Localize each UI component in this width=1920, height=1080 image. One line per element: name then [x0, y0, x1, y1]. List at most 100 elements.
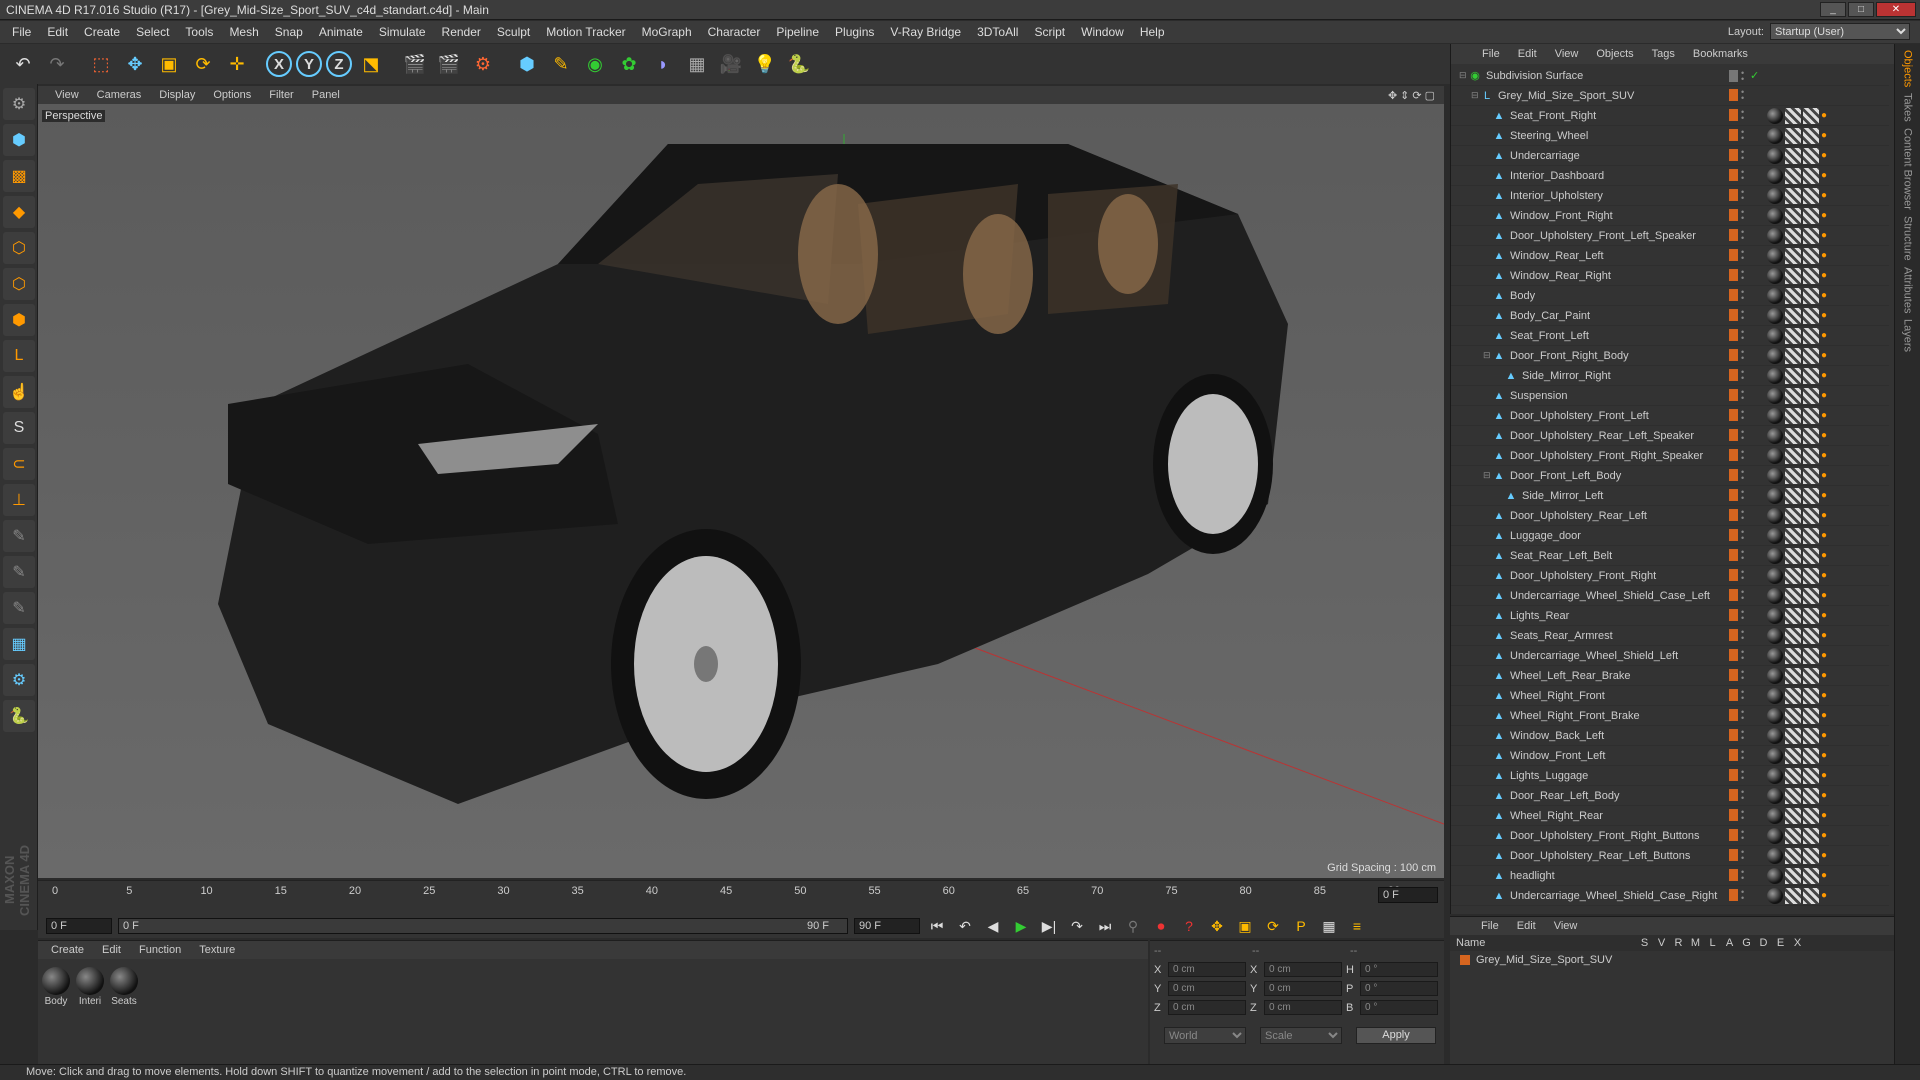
phong-tag-icon[interactable]: ● [1821, 508, 1831, 524]
texture-tag-icon[interactable] [1803, 248, 1819, 264]
material-tag-icon[interactable] [1767, 548, 1783, 564]
phong-tag-icon[interactable]: ● [1821, 828, 1831, 844]
tab-objects[interactable]: Objects [1902, 50, 1914, 87]
visibility-dots-icon[interactable]: • • [1741, 108, 1747, 123]
uvw-tag-icon[interactable] [1785, 408, 1801, 424]
texture-tag-icon[interactable] [1803, 788, 1819, 804]
object-menu-view[interactable]: View [1546, 48, 1588, 60]
uvw-tag-icon[interactable] [1785, 688, 1801, 704]
axis-mode-icon[interactable]: L [3, 340, 35, 372]
texture-mode-icon[interactable]: ▩ [3, 160, 35, 192]
phong-tag-icon[interactable]: ● [1821, 268, 1831, 284]
checker-icon[interactable]: ▦ [3, 628, 35, 660]
phong-tag-icon[interactable]: ● [1821, 128, 1831, 144]
material-menu-function[interactable]: Function [130, 944, 190, 956]
play-icon[interactable]: ▶ [1010, 915, 1032, 937]
keyframe-param-icon[interactable]: P [1290, 915, 1312, 937]
visibility-dots-icon[interactable]: • • [1741, 548, 1747, 563]
material-tag-icon[interactable] [1767, 268, 1783, 284]
uvw-tag-icon[interactable] [1785, 748, 1801, 764]
material-menu-edit[interactable]: Edit [93, 944, 130, 956]
start-frame-field[interactable]: 0 F [46, 918, 112, 934]
menu-v-ray-bridge[interactable]: V-Ray Bridge [882, 25, 969, 39]
material-tag-icon[interactable] [1767, 648, 1783, 664]
sculpt-brush-icon[interactable]: ✎ [3, 520, 35, 552]
texture-tag-icon[interactable] [1803, 508, 1819, 524]
object-row[interactable]: ▲ Door_Upholstery_Front_Right • • ● [1451, 566, 1889, 586]
uvw-tag-icon[interactable] [1785, 168, 1801, 184]
deformer-icon[interactable]: ◗ [648, 49, 678, 79]
object-row[interactable]: ▲ Body_Car_Paint • • ● [1451, 306, 1889, 326]
texture-tag-icon[interactable] [1803, 428, 1819, 444]
coordinate-system-icon[interactable]: ⬔ [356, 49, 386, 79]
coord-field[interactable]: 0 ° [1360, 1000, 1438, 1015]
phong-tag-icon[interactable]: ● [1821, 428, 1831, 444]
menu-tools[interactable]: Tools [177, 25, 221, 39]
texture-tag-icon[interactable] [1803, 388, 1819, 404]
visibility-dots-icon[interactable]: • • [1741, 208, 1747, 223]
python-icon[interactable]: 🐍 [784, 49, 814, 79]
object-row[interactable]: ▲ Lights_Rear • • ● [1451, 606, 1889, 626]
camera-label[interactable]: Perspective [42, 110, 106, 122]
uvw-tag-icon[interactable] [1785, 828, 1801, 844]
uvw-tag-icon[interactable] [1785, 508, 1801, 524]
object-row[interactable]: ▲ Wheel_Right_Rear • • ● [1451, 806, 1889, 826]
material-tag-icon[interactable] [1767, 688, 1783, 704]
material-tag-icon[interactable] [1767, 228, 1783, 244]
object-row[interactable]: ⊟ ▲ Door_Front_Left_Body • • ● [1451, 466, 1889, 486]
phong-tag-icon[interactable]: ● [1821, 708, 1831, 724]
phong-tag-icon[interactable]: ● [1821, 628, 1831, 644]
material-tag-icon[interactable] [1767, 868, 1783, 884]
phong-tag-icon[interactable]: ● [1821, 748, 1831, 764]
render-settings-icon[interactable]: ⚙ [468, 49, 498, 79]
edges-mode-icon[interactable]: ⬡ [3, 268, 35, 300]
visibility-dots-icon[interactable]: • • [1741, 88, 1747, 103]
menu-snap[interactable]: Snap [267, 25, 311, 39]
texture-tag-icon[interactable] [1803, 768, 1819, 784]
enabled-check-icon[interactable]: ✓ [1750, 69, 1759, 82]
material-tag-icon[interactable] [1767, 168, 1783, 184]
uvw-tag-icon[interactable] [1785, 328, 1801, 344]
material-tag-icon[interactable] [1767, 408, 1783, 424]
object-menu-tags[interactable]: Tags [1643, 48, 1684, 60]
phong-tag-icon[interactable]: ● [1821, 528, 1831, 544]
y-axis-icon[interactable]: Y [296, 51, 322, 77]
rotate-icon[interactable]: ⟳ [188, 49, 218, 79]
layout-select[interactable]: Startup (User) [1770, 23, 1910, 40]
phong-tag-icon[interactable]: ● [1821, 808, 1831, 824]
tab-attributes[interactable]: Attributes [1902, 267, 1914, 313]
range-slider[interactable]: 0 F 90 F [118, 918, 848, 934]
menu-mesh[interactable]: Mesh [221, 25, 266, 39]
phong-tag-icon[interactable]: ● [1821, 348, 1831, 364]
visibility-dots-icon[interactable]: • • [1741, 608, 1747, 623]
texture-tag-icon[interactable] [1803, 728, 1819, 744]
coord-field[interactable]: 0 cm [1168, 962, 1246, 977]
uvw-tag-icon[interactable] [1785, 728, 1801, 744]
tab-structure[interactable]: Structure [1902, 216, 1914, 261]
material-swatch[interactable]: Interi [76, 967, 104, 1007]
uvw-tag-icon[interactable] [1785, 588, 1801, 604]
menu-create[interactable]: Create [76, 25, 128, 39]
workplane-mode-icon[interactable]: ◆ [3, 196, 35, 228]
texture-tag-icon[interactable] [1803, 548, 1819, 564]
phong-tag-icon[interactable]: ● [1821, 768, 1831, 784]
material-tag-icon[interactable] [1767, 528, 1783, 544]
phong-tag-icon[interactable]: ● [1821, 388, 1831, 404]
uvw-tag-icon[interactable] [1785, 308, 1801, 324]
material-menu-texture[interactable]: Texture [190, 944, 244, 956]
phong-tag-icon[interactable]: ● [1821, 888, 1831, 904]
menu-select[interactable]: Select [128, 25, 177, 39]
uvw-tag-icon[interactable] [1785, 148, 1801, 164]
visibility-dots-icon[interactable]: • • [1741, 828, 1747, 843]
tweak-mode-icon[interactable]: ☝ [3, 376, 35, 408]
coordinate-space-select[interactable]: World [1164, 1027, 1246, 1044]
visibility-dots-icon[interactable]: • • [1741, 308, 1747, 323]
phong-tag-icon[interactable]: ● [1821, 848, 1831, 864]
scale-icon[interactable]: ▣ [154, 49, 184, 79]
texture-tag-icon[interactable] [1803, 708, 1819, 724]
coord-field[interactable]: 0 cm [1264, 1000, 1342, 1015]
uvw-tag-icon[interactable] [1785, 228, 1801, 244]
object-row[interactable]: ▲ Window_Front_Right • • ● [1451, 206, 1889, 226]
material-tag-icon[interactable] [1767, 828, 1783, 844]
phong-tag-icon[interactable]: ● [1821, 488, 1831, 504]
